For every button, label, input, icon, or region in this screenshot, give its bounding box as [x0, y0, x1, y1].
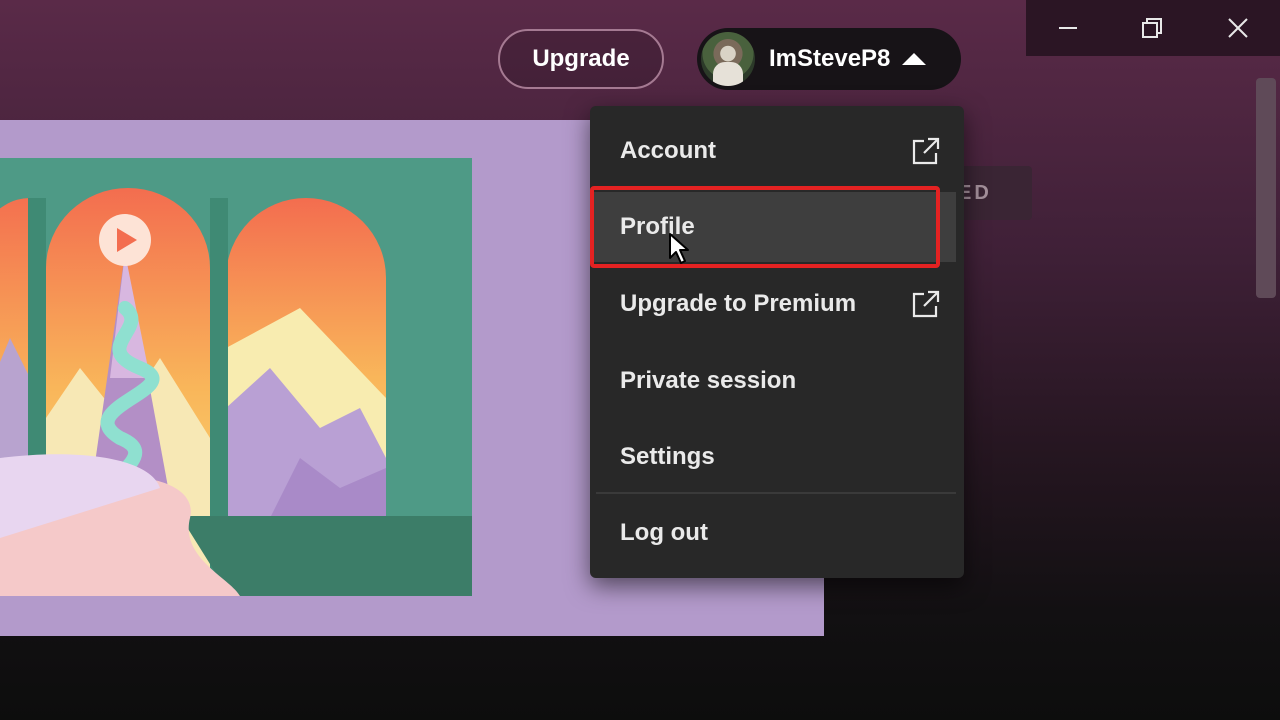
menu-item-account[interactable]: Account — [590, 116, 964, 186]
menu-item-log-out[interactable]: Log out — [590, 498, 964, 568]
external-link-icon — [912, 137, 940, 165]
restore-button[interactable] — [1110, 0, 1194, 56]
menu-item-label: Private session — [620, 367, 797, 394]
menu-item-label: Log out — [620, 519, 708, 546]
user-dropdown-menu: Account Profile Upgrade to Premium Priva… — [590, 106, 964, 578]
menu-item-upgrade-to-premium[interactable]: Upgrade to Premium — [590, 269, 964, 339]
upgrade-button[interactable]: Upgrade — [498, 29, 664, 89]
scrollbar-thumb[interactable] — [1256, 78, 1276, 298]
card-illustration — [0, 158, 472, 596]
menu-item-label: Upgrade to Premium — [620, 290, 857, 317]
close-button[interactable] — [1196, 0, 1280, 56]
minimize-icon — [1059, 27, 1077, 29]
mouse-cursor-icon — [669, 233, 689, 264]
menu-item-private-session[interactable]: Private session — [590, 346, 964, 416]
avatar — [701, 32, 755, 86]
menu-item-profile[interactable]: Profile — [594, 192, 956, 262]
status-badge: ED — [952, 166, 1032, 220]
menu-item-label: Settings — [620, 443, 715, 470]
menu-item-label: Account — [620, 137, 716, 164]
menu-divider — [596, 492, 956, 494]
caret-up-icon — [902, 53, 927, 65]
close-icon — [1228, 18, 1248, 38]
restore-icon — [1142, 18, 1162, 38]
window-titlebar — [1026, 0, 1280, 56]
user-menu-button[interactable]: ImSteveP8 — [697, 28, 961, 90]
minimize-button[interactable] — [1026, 0, 1110, 56]
menu-item-settings[interactable]: Settings — [590, 422, 964, 492]
external-link-icon — [912, 290, 940, 318]
username: ImSteveP8 — [769, 45, 891, 72]
